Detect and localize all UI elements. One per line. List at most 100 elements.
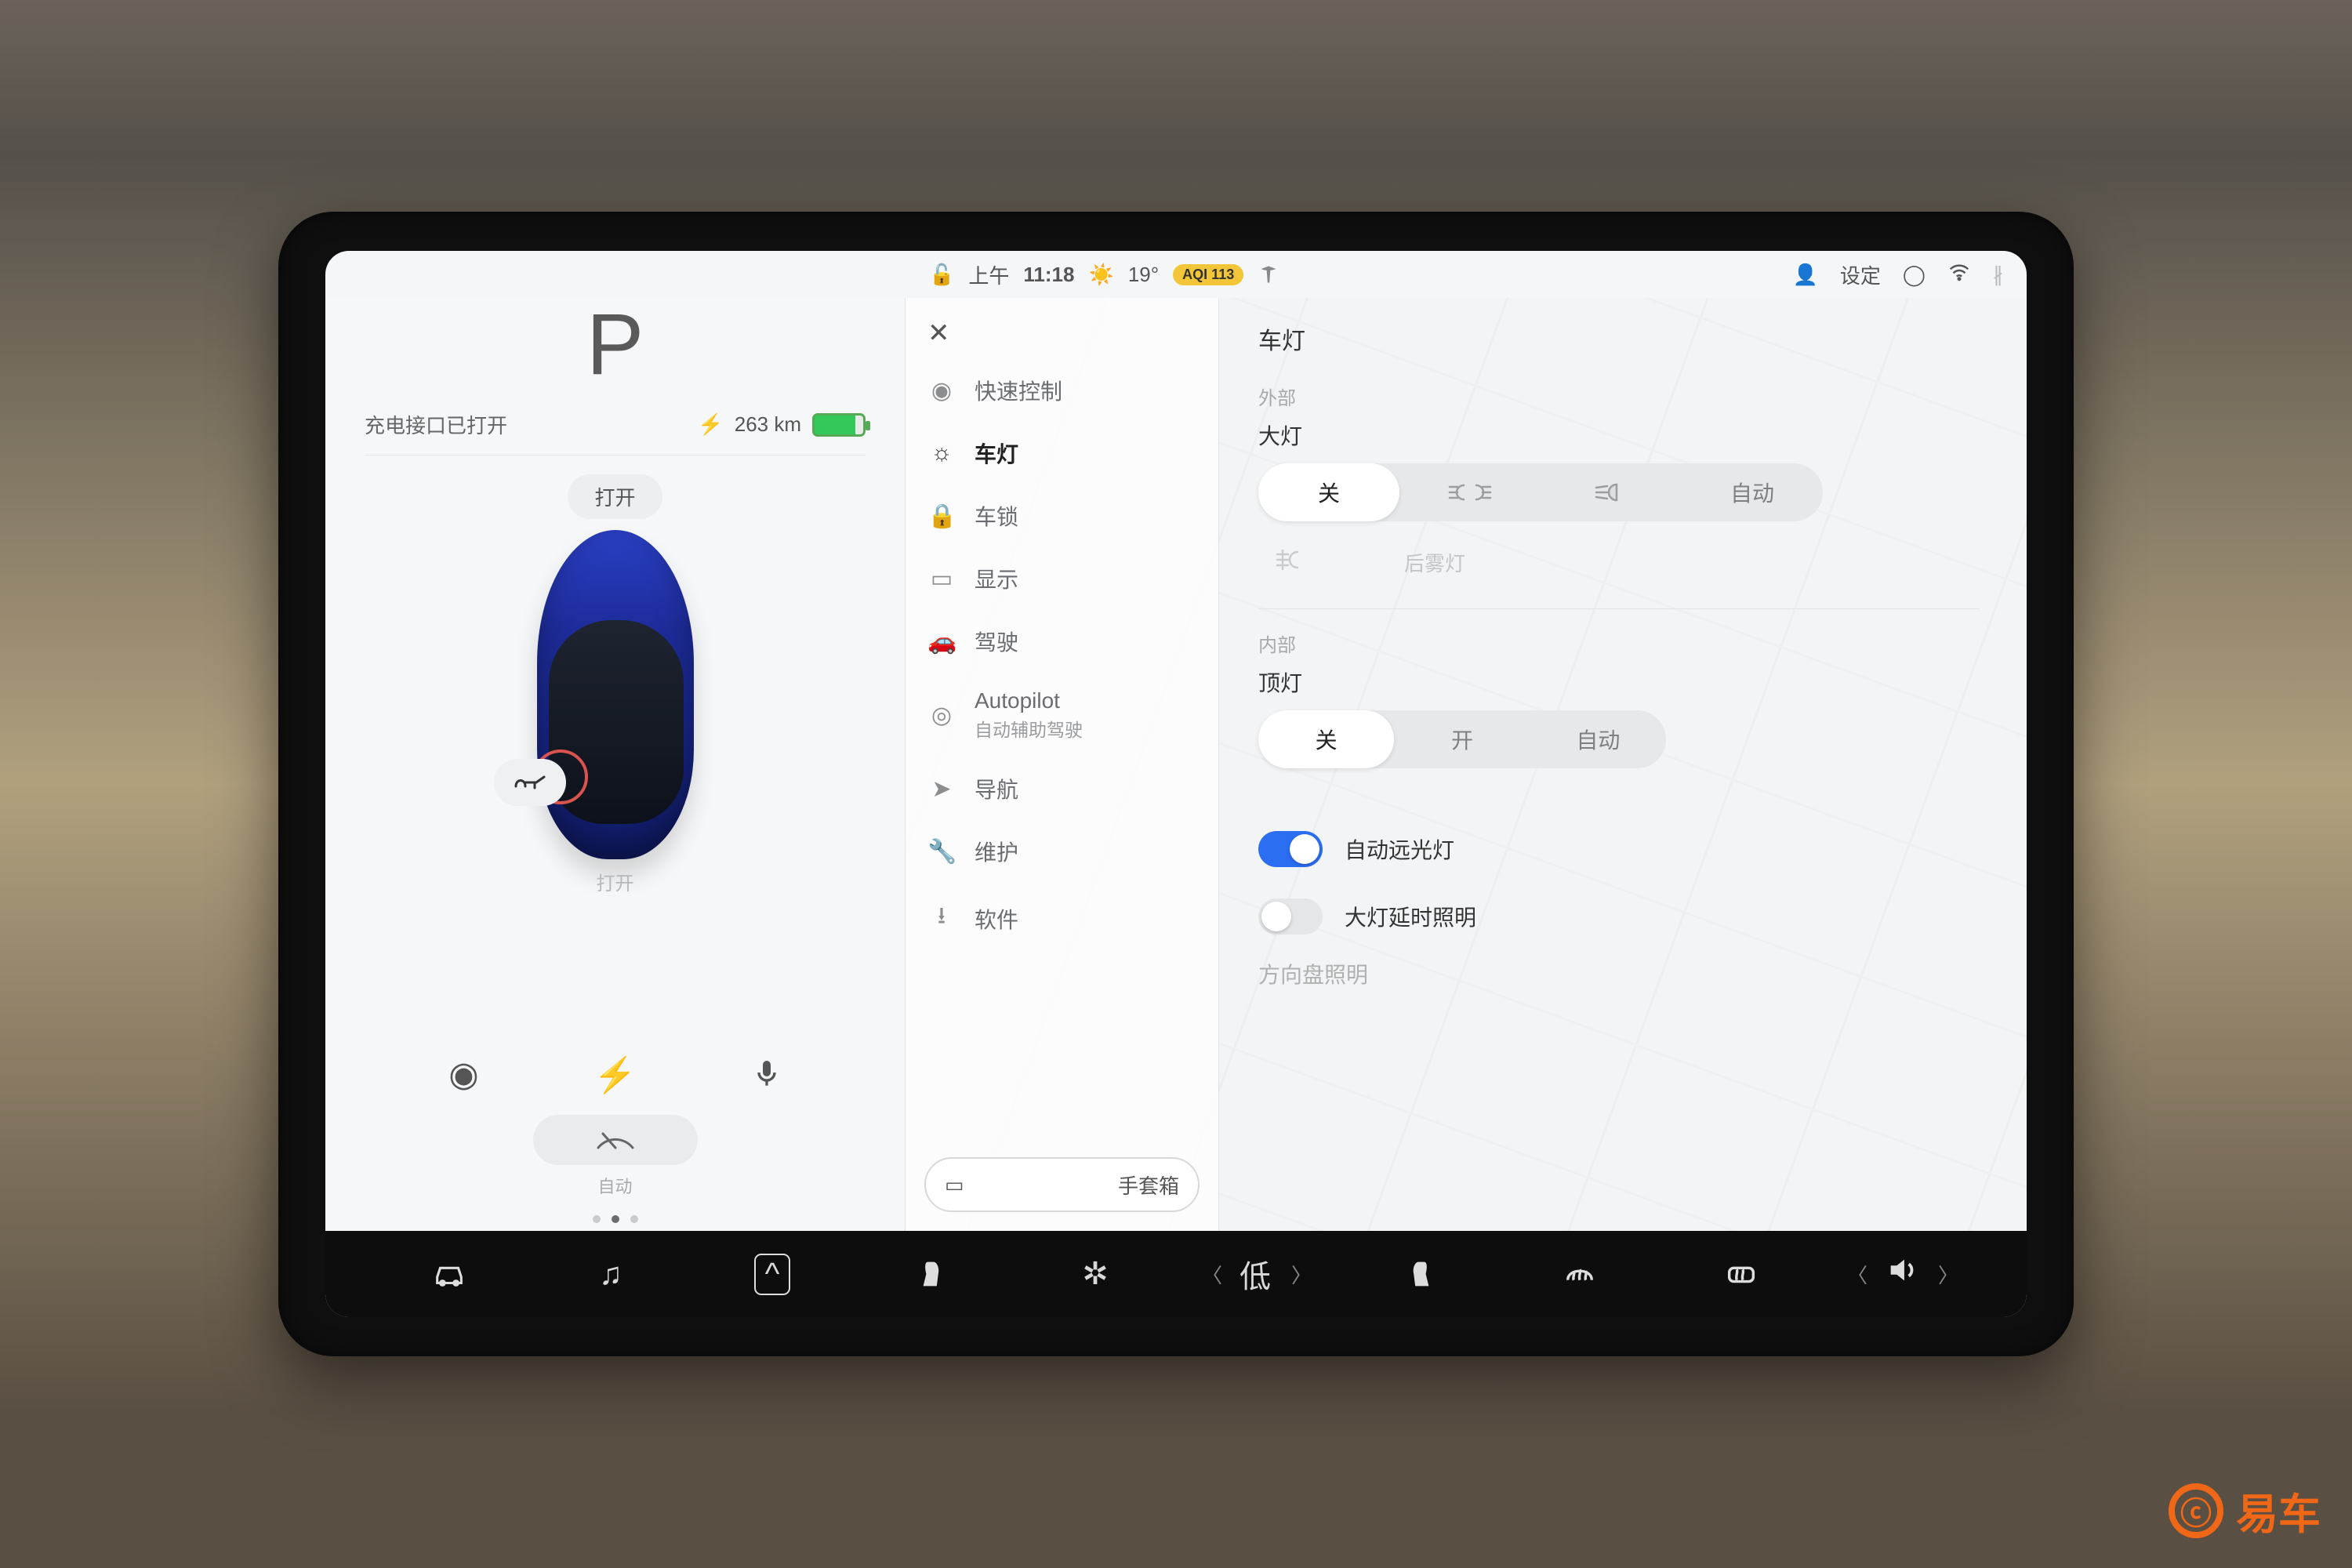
charge-plug-button[interactable] xyxy=(494,759,566,806)
status-bar: 🔓 上午 11:18 ☀️ 19° AQI 113 👤 设定 ◯ ∦ xyxy=(325,251,2027,298)
driving-icon: 🚗 xyxy=(927,628,956,655)
gear-indicator: P xyxy=(365,302,866,388)
chevron-right-icon[interactable]: 〉 xyxy=(1291,1260,1312,1289)
bluetooth-icon[interactable]: ∦ xyxy=(1993,263,2003,287)
menu-sublabel: 自动辅助驾驶 xyxy=(975,715,1083,742)
headlights-label: 大灯 xyxy=(1258,419,1980,451)
battery-icon[interactable] xyxy=(812,413,866,437)
clock: 11:18 xyxy=(1023,263,1074,287)
display-icon: ▭ xyxy=(927,565,956,593)
headlights-parking-option[interactable] xyxy=(1399,463,1541,521)
profile-icon[interactable]: 👤 xyxy=(1793,263,1818,287)
tesla-logo-icon[interactable] xyxy=(1258,263,1279,285)
charge-port-message: 充电接口已打开 xyxy=(365,410,507,439)
watermark-text: 易车 xyxy=(2236,1479,2321,1541)
chevron-left-icon[interactable]: 〈 xyxy=(1847,1260,1867,1289)
menu-navigation[interactable]: ➤ 导航 xyxy=(906,757,1218,820)
menu-software[interactable]: ⭳ 软件 xyxy=(906,883,1218,954)
menu-autopilot[interactable]: ◎ Autopilot 自动辅助驾驶 xyxy=(906,673,1218,757)
page-indicator[interactable] xyxy=(365,1215,866,1223)
dock-fan-button[interactable]: ✲ xyxy=(1018,1256,1172,1292)
software-icon: ⭳ xyxy=(927,898,956,938)
dock-music-button[interactable]: ♫ xyxy=(534,1257,688,1292)
dome-on-option[interactable]: 开 xyxy=(1394,710,1530,768)
glovebox-button[interactable]: ▭ 手套箱 xyxy=(924,1157,1200,1212)
dock-seat-right-button[interactable] xyxy=(1341,1256,1495,1292)
close-icon[interactable]: ✕ xyxy=(927,318,950,349)
exterior-section-label: 外部 xyxy=(1258,383,1980,410)
quick-controls-icon: ◉ xyxy=(927,377,956,405)
temp-value: 低 xyxy=(1240,1251,1274,1297)
chevron-right-icon[interactable]: 〉 xyxy=(1938,1260,1958,1289)
glovebox-icon: ▭ xyxy=(945,1173,964,1197)
menu-service[interactable]: 🔧 维护 xyxy=(906,820,1218,883)
menu-label: 车灯 xyxy=(975,437,1018,469)
locks-icon: 🔒 xyxy=(927,503,956,530)
bottom-dock: ♫ ^ ✲ 〈 低 〉 〈 xyxy=(325,1231,2027,1317)
settings-label[interactable]: 设定 xyxy=(1840,260,1881,289)
headlights-off-option[interactable]: 关 xyxy=(1258,463,1399,521)
service-icon: 🔧 xyxy=(927,838,956,866)
aqi-badge: AQI 113 xyxy=(1173,264,1243,285)
outside-temp: 19° xyxy=(1128,263,1159,287)
menu-quick-controls[interactable]: ◉ 快速控制 xyxy=(906,359,1218,422)
menu-label: 车锁 xyxy=(975,500,1018,532)
time-prefix: 上午 xyxy=(968,260,1009,289)
charge-port-label: 打开 xyxy=(506,868,725,895)
dome-auto-option[interactable]: 自动 xyxy=(1530,710,1666,768)
lights-icon: ☼ xyxy=(927,440,956,466)
menu-label: 显示 xyxy=(975,563,1018,594)
dock-seat-left-button[interactable] xyxy=(857,1256,1011,1292)
headlights-delay-label: 大灯延时照明 xyxy=(1345,901,1476,932)
voice-button[interactable] xyxy=(739,1054,794,1099)
watermark-icon: ⓒ xyxy=(2169,1483,2223,1538)
menu-display[interactable]: ▭ 显示 xyxy=(906,547,1218,610)
wiper-mode-label: 自动 xyxy=(597,1173,632,1198)
range-value: 263 km xyxy=(735,412,801,437)
circle-icon[interactable]: ◯ xyxy=(1903,263,1926,287)
menu-label: 软件 xyxy=(975,903,1018,935)
settings-menu: ✕ ◉ 快速控制 ☼ 车灯 🔒 车锁 ▭ xyxy=(906,298,1219,1231)
menu-label: 驾驶 xyxy=(975,626,1018,657)
volume-icon[interactable] xyxy=(1885,1252,1921,1296)
panel-title: 车灯 xyxy=(1258,321,1980,356)
auto-high-beam-label: 自动远光灯 xyxy=(1345,833,1454,865)
autopilot-icon: ◎ xyxy=(927,702,956,729)
headlights-on-option[interactable] xyxy=(1541,463,1682,521)
charging-button[interactable]: ⚡ xyxy=(588,1054,643,1099)
lock-icon[interactable]: 🔓 xyxy=(929,263,954,287)
vehicle-status-panel: P 充电接口已打开 ⚡ 263 km 打开 xyxy=(325,298,906,1231)
headlights-segmented[interactable]: 关 自动 xyxy=(1258,463,1823,521)
menu-locks[interactable]: 🔒 车锁 xyxy=(906,485,1218,547)
truncated-row-label: 方向盘照明 xyxy=(1258,958,1368,989)
dock-car-button[interactable] xyxy=(372,1256,526,1292)
dock-apps-button[interactable]: ^ xyxy=(695,1254,849,1295)
glovebox-label: 手套箱 xyxy=(1118,1171,1179,1200)
dock-temp-left[interactable]: 〈 低 〉 xyxy=(1180,1251,1334,1297)
front-fog-button xyxy=(1274,548,1310,577)
dock-volume[interactable]: 〈 〉 xyxy=(1826,1252,1980,1296)
dome-label: 顶灯 xyxy=(1258,666,1980,698)
menu-label: 导航 xyxy=(975,773,1018,804)
vehicle-render[interactable]: 打开 xyxy=(506,530,725,859)
frunk-open-button[interactable]: 打开 xyxy=(568,474,662,519)
menu-label: 维护 xyxy=(975,836,1018,867)
charging-icon: ⚡ xyxy=(698,412,723,437)
camera-button[interactable]: ◉ xyxy=(437,1054,492,1099)
dock-defrost-rear-button[interactable] xyxy=(1664,1256,1818,1292)
chevron-left-icon[interactable]: 〈 xyxy=(1202,1260,1222,1289)
navigation-icon: ➤ xyxy=(927,775,956,803)
dome-segmented[interactable]: 关 开 自动 xyxy=(1258,710,1666,768)
dock-defrost-front-button[interactable] xyxy=(1503,1256,1657,1292)
menu-lights[interactable]: ☼ 车灯 xyxy=(906,422,1218,485)
headlights-delay-toggle[interactable] xyxy=(1258,898,1323,935)
headlights-auto-option[interactable]: 自动 xyxy=(1682,463,1823,521)
menu-label: 快速控制 xyxy=(975,375,1062,406)
menu-driving[interactable]: 🚗 驾驶 xyxy=(906,610,1218,673)
weather-icon: ☀️ xyxy=(1088,263,1113,287)
auto-high-beam-toggle[interactable] xyxy=(1258,831,1323,867)
wiper-button[interactable] xyxy=(533,1115,698,1165)
interior-section-label: 内部 xyxy=(1258,630,1980,657)
wifi-icon[interactable] xyxy=(1947,260,1971,289)
dome-off-option[interactable]: 关 xyxy=(1258,710,1394,768)
